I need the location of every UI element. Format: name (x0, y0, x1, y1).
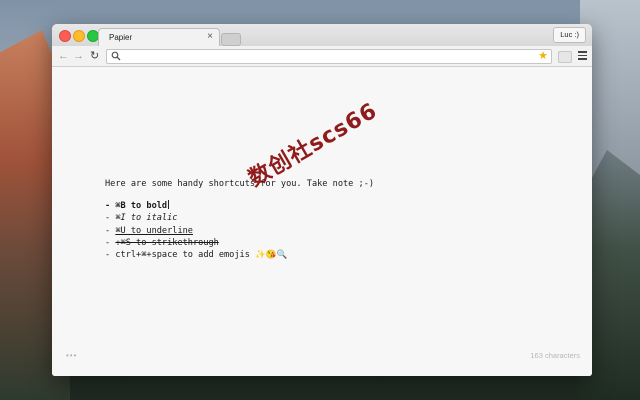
kiss-face-icon: 😘 (265, 250, 277, 261)
sparkles-icon: ✨ (255, 250, 266, 261)
back-arrow-icon[interactable]: ← (58, 49, 69, 63)
shortcut-strikethrough: - ⇧⌘S to strikethrough (105, 237, 219, 248)
minimize-window-button[interactable] (73, 30, 85, 42)
note-text[interactable]: Here are some handy shortcuts for you. T… (105, 178, 374, 261)
close-window-button[interactable] (59, 30, 71, 42)
more-options-button[interactable]: ••• (66, 351, 77, 360)
shortcut-italic: - ⌘I to italic (105, 213, 178, 224)
address-bar[interactable]: ★ (106, 49, 552, 64)
text-caret (168, 200, 170, 210)
shortcut-underline: - ⌘U to underline (105, 225, 193, 236)
shortcut-bold: - ⌘B to bold (105, 200, 170, 212)
papier-editor[interactable]: Here are some handy shortcuts for you. T… (52, 67, 592, 376)
new-tab-button[interactable] (221, 33, 241, 46)
address-input[interactable] (123, 50, 523, 63)
toolbar: ← → ↻ ★ (52, 46, 592, 67)
title-bar: Papier × Luc :) (52, 24, 592, 47)
reload-icon[interactable]: ↻ (90, 49, 99, 63)
menu-icon[interactable] (578, 51, 587, 60)
tab-title: Papier (109, 33, 133, 42)
forward-arrow-icon[interactable]: → (73, 49, 84, 63)
close-tab-icon[interactable]: × (207, 31, 213, 43)
profile-button[interactable]: Luc :) (553, 27, 586, 43)
tab-papier[interactable]: Papier × (98, 28, 220, 47)
magnifier-icon: 🔍 (276, 250, 288, 261)
note-intro: Here are some handy shortcuts for you. T… (105, 179, 375, 189)
extension-icon[interactable] (558, 51, 572, 63)
star-icon[interactable]: ★ (538, 49, 548, 62)
character-count: 163 characters (530, 351, 580, 360)
shortcut-emojis: - ctrl+⌘+space to add emojis ✨😘🔍 (105, 250, 288, 261)
search-icon (111, 51, 121, 61)
browser-window: Papier × Luc :) ← → ↻ ★ Here are some ha… (52, 24, 592, 376)
